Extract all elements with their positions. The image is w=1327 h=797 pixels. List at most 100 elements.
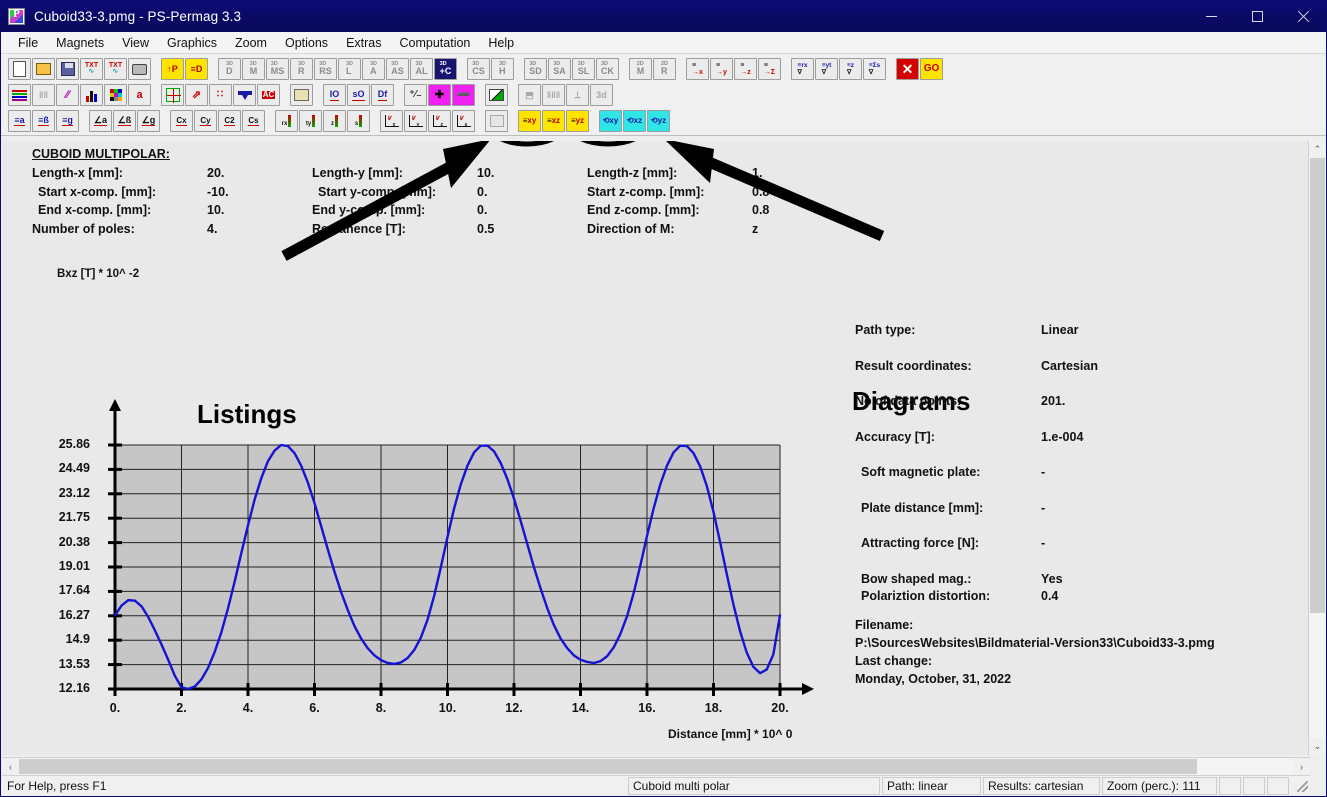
graph-sigma-button[interactable]: ≡Σs ∇ <box>863 58 886 80</box>
magnet-3d-h-button[interactable]: 3D H <box>491 58 514 80</box>
new-file-button[interactable] <box>8 58 31 80</box>
magnet-3d-sl-button[interactable]: 3D SL <box>572 58 595 80</box>
scroll-up-button[interactable]: ⌃ <box>1309 141 1326 158</box>
magnet-3d-cs-button[interactable]: 3D CS <box>467 58 490 80</box>
magnet-3d-c-button[interactable]: 3D +C <box>434 58 457 80</box>
vectors-button[interactable]: ⇗ <box>185 84 208 106</box>
path-sum-button[interactable]: ≡ →Σ <box>758 58 781 80</box>
points-button[interactable]: ∷ <box>209 84 232 106</box>
scroll-down-button[interactable]: ⌄ <box>1309 738 1326 755</box>
magnet-3d-m-button[interactable]: 3D M <box>242 58 265 80</box>
maximize-button[interactable] <box>1234 1 1280 32</box>
plotxy-x-button[interactable]: ∨ x <box>380 110 403 132</box>
plus-minus-button[interactable]: ⁺⁄₋ <box>404 84 427 106</box>
vertical-scroll-thumb[interactable] <box>1310 158 1325 613</box>
magnet-3d-ck-button[interactable]: 3D CK <box>596 58 619 80</box>
curve-beta-button[interactable]: ∠ß <box>113 110 136 132</box>
magnet-3d-al-button[interactable]: 3D AL <box>410 58 433 80</box>
diagram-xy-button[interactable]: ⟲xy <box>599 110 622 132</box>
magnet-3d-r-button[interactable]: 3D R <box>290 58 313 80</box>
magnet-3d-disc-button[interactable]: 3D D <box>218 58 241 80</box>
bar-chart-button[interactable] <box>80 84 103 106</box>
resize-grip[interactable] <box>1294 778 1310 794</box>
save-file-button[interactable] <box>56 58 79 80</box>
menu-item-graphics[interactable]: Graphics <box>158 34 226 52</box>
io-button[interactable]: IO <box>323 84 346 106</box>
list-a-button[interactable]: ≡a <box>8 110 31 132</box>
listing-xz-button[interactable]: ≡xz <box>542 110 565 132</box>
print-button[interactable] <box>128 58 151 80</box>
diagram-style-button[interactable] <box>485 84 508 106</box>
plotxy-z-button[interactable]: ∨ z <box>428 110 451 132</box>
export-txt-sine-button[interactable]: TXT ∿ <box>80 58 103 80</box>
menu-item-view[interactable]: View <box>113 34 158 52</box>
magnet-3d-ms-button[interactable]: 3D MS <box>266 58 289 80</box>
graph-yty-button[interactable]: ≡yt ∇ <box>815 58 838 80</box>
magnet-3d-a-button[interactable]: 3D A <box>362 58 385 80</box>
parameters-up-button[interactable]: ↑P <box>161 58 184 80</box>
listing-xy-button[interactable]: ≡xy <box>518 110 541 132</box>
menu-item-file[interactable]: File <box>9 34 47 52</box>
curve-a-button[interactable]: ∠a <box>89 110 112 132</box>
menu-item-options[interactable]: Options <box>276 34 337 52</box>
list-g-button[interactable]: ≡g <box>56 110 79 132</box>
palette-button[interactable] <box>104 84 127 106</box>
colorgraph-s-button[interactable]: s <box>347 110 370 132</box>
stop-computation-button[interactable]: ✕ <box>896 58 919 80</box>
magnet-2d-m-button[interactable]: 2D M <box>629 58 652 80</box>
path-z-button[interactable]: ≡ →z <box>734 58 757 80</box>
listing-yz-button[interactable]: ≡yz <box>566 110 589 132</box>
vertical-scroll-track[interactable] <box>1309 158 1326 738</box>
plotxy-y-button[interactable]: ∨ y <box>404 110 427 132</box>
menu-item-computation[interactable]: Computation <box>391 34 480 52</box>
graph-rxy-button[interactable]: ≡rx ∇ <box>791 58 814 80</box>
text-format-button[interactable]: a <box>128 84 151 106</box>
df-button[interactable]: Df <box>371 84 394 106</box>
open-file-button[interactable] <box>32 58 55 80</box>
magnet-3d-rs-button[interactable]: 3D RS <box>314 58 337 80</box>
scroll-left-button[interactable]: ‹ <box>2 758 19 775</box>
path-ty-button[interactable]: ≡ →y <box>710 58 733 80</box>
list-beta-button[interactable]: ≡ß <box>32 110 55 132</box>
go-computation-button[interactable]: GO <box>920 58 943 80</box>
close-button[interactable] <box>1280 1 1326 32</box>
colorgraph-ty-button[interactable]: ty <box>299 110 322 132</box>
export-txt-wave-button[interactable]: TXT ∿ <box>104 58 127 80</box>
colorgraph-z-button[interactable]: z <box>323 110 346 132</box>
table-button[interactable] <box>290 84 313 106</box>
so-button[interactable]: sO <box>347 84 370 106</box>
horizontal-scroll-track[interactable] <box>19 758 1293 775</box>
contour-c2-button[interactable]: C2 <box>218 110 241 132</box>
curve-g-button[interactable]: ∠g <box>137 110 160 132</box>
menu-item-magnets[interactable]: Magnets <box>47 34 113 52</box>
crosshair-button[interactable] <box>161 84 184 106</box>
magnet-3d-l-button[interactable]: 3D L <box>338 58 361 80</box>
diagram-yz-button[interactable]: ⟲yz <box>647 110 670 132</box>
magnet-3d-sa-button[interactable]: 3D SA <box>548 58 571 80</box>
magnet-3d-sd-button[interactable]: 3D SD <box>524 58 547 80</box>
magnet-top-button[interactable] <box>233 84 256 106</box>
horizontal-scroll-thumb[interactable] <box>19 759 1197 774</box>
magnet-3d-as-button[interactable]: 3D AS <box>386 58 409 80</box>
contour-cy-button[interactable]: Cy <box>194 110 217 132</box>
horizontal-scrollbar[interactable]: ‹ › <box>2 757 1310 775</box>
document-list-button[interactable]: ≡D <box>185 58 208 80</box>
menu-item-extras[interactable]: Extras <box>337 34 390 52</box>
menu-item-zoom[interactable]: Zoom <box>226 34 276 52</box>
graph-z-button[interactable]: ≡z ∇ <box>839 58 862 80</box>
autocolor-button[interactable]: AC <box>257 84 280 106</box>
menu-item-help[interactable]: Help <box>479 34 523 52</box>
color-bars-button[interactable] <box>8 84 31 106</box>
contour-cs-button[interactable]: Cs <box>242 110 265 132</box>
line-style-button[interactable]: ∕∕ <box>56 84 79 106</box>
magnet-2d-r-button[interactable]: 2D R <box>653 58 676 80</box>
subtract-button[interactable]: ➖ <box>452 84 475 106</box>
colorgraph-rx-button[interactable]: rx <box>275 110 298 132</box>
path-rx-button[interactable]: ≡ →x <box>686 58 709 80</box>
vertical-scrollbar[interactable]: ⌃ ⌄ <box>1308 141 1326 755</box>
minimize-button[interactable] <box>1188 1 1234 32</box>
scroll-right-button[interactable]: › <box>1293 758 1310 775</box>
plotxy-s-button[interactable]: ∨ s <box>452 110 475 132</box>
contour-cx-button[interactable]: Cx <box>170 110 193 132</box>
diagram-xz-button[interactable]: ⟲xz <box>623 110 646 132</box>
